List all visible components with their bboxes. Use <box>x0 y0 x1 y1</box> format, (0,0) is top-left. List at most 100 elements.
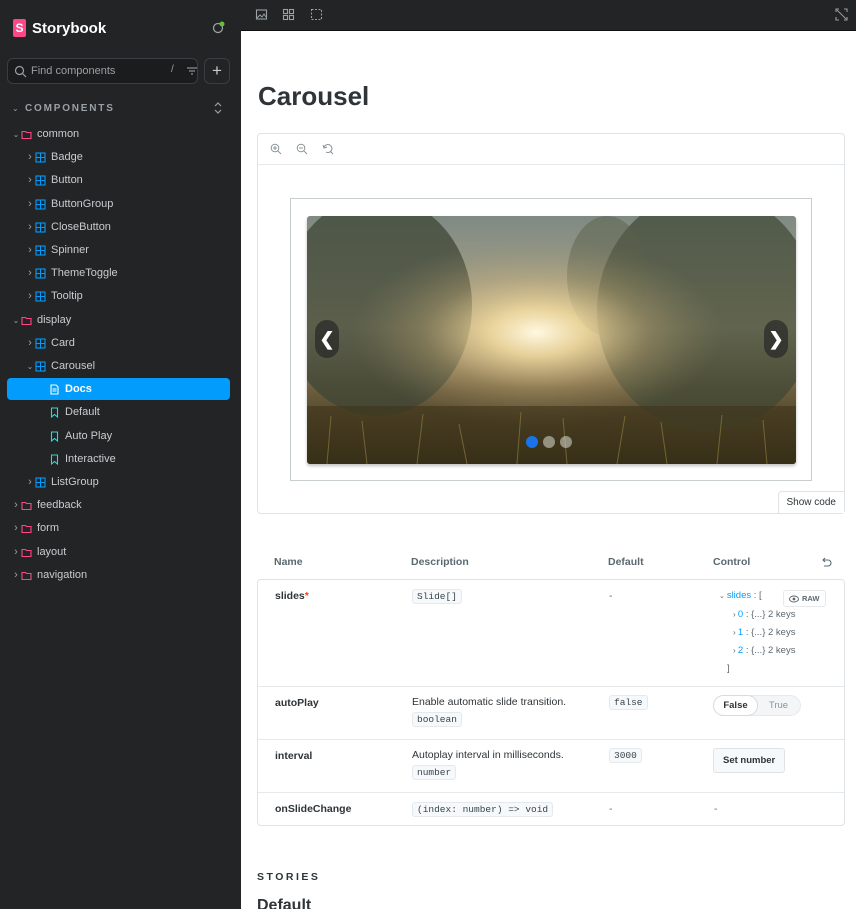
chevron-down-icon[interactable]: ⌄ <box>11 316 21 325</box>
expand-collapse-icon[interactable] <box>212 101 224 115</box>
sidebar-item-buttongroup[interactable]: › ButtonGroup <box>7 193 230 215</box>
chevron-down-icon[interactable]: ⌄ <box>25 362 35 371</box>
raw-label: RAW <box>802 594 820 603</box>
object-item[interactable]: › 1 : {...} 2 keys <box>733 624 795 642</box>
carousel-dot[interactable] <box>543 436 555 448</box>
sidebar-item-label: Badge <box>51 151 83 163</box>
sidebar-item-badge[interactable]: › Badge <box>7 146 230 168</box>
sidebar-item-docs[interactable]: Docs <box>7 378 230 400</box>
brand[interactable]: S Storybook <box>13 19 106 37</box>
sidebar-item-form[interactable]: › form <box>7 517 230 539</box>
eye-icon <box>789 595 799 602</box>
sidebar-item-display[interactable]: ⌄ display <box>7 309 230 331</box>
chevron-right-icon[interactable]: › <box>25 174 35 186</box>
sidebar-item-layout[interactable]: › layout <box>7 541 230 563</box>
reset-icon[interactable] <box>820 556 832 568</box>
image-icon[interactable] <box>255 8 268 21</box>
story-canvas: ❮ ❯ <box>290 198 812 481</box>
sidebar-item-auto-play[interactable]: Auto Play <box>7 425 230 447</box>
carousel-next-button[interactable]: ❯ <box>764 320 788 358</box>
sidebar-item-listgroup[interactable]: › ListGroup <box>7 471 230 493</box>
zoom-out-icon[interactable] <box>296 143 308 155</box>
header-default: Default <box>608 556 644 568</box>
arg-control: - <box>714 803 718 815</box>
sidebar-item-closebutton[interactable]: › CloseButton <box>7 216 230 238</box>
sidebar-item-interactive[interactable]: Interactive <box>7 448 230 470</box>
filter-icon[interactable] <box>186 65 198 77</box>
search-icon <box>14 65 27 78</box>
search-input[interactable] <box>31 62 161 80</box>
outline-icon[interactable] <box>310 8 323 21</box>
show-code-button[interactable]: Show code <box>777 491 844 513</box>
status-indicator-icon[interactable] <box>212 21 225 34</box>
carousel-dot[interactable] <box>526 436 538 448</box>
sidebar-item-carousel[interactable]: ⌄ Carousel <box>7 355 230 377</box>
sidebar-item-tooltip[interactable]: › Tooltip <box>7 285 230 307</box>
raw-button[interactable]: RAW <box>783 590 826 607</box>
grid-icon[interactable] <box>282 8 295 21</box>
sidebar-item-default[interactable]: Default <box>7 401 230 423</box>
chevron-down-icon[interactable]: ⌄ <box>11 130 21 139</box>
object-item[interactable]: › 2 : {...} 2 keys <box>733 642 795 660</box>
carousel-dot[interactable] <box>560 436 572 448</box>
chevron-right-icon[interactable]: › <box>11 499 21 511</box>
chevron-right-icon[interactable]: › <box>11 522 21 534</box>
sidebar-item-label: display <box>37 314 72 326</box>
sidebar-item-themetoggle[interactable]: › ThemeToggle <box>7 262 230 284</box>
chevron-right-icon[interactable]: › <box>25 290 35 302</box>
chevron-right-icon[interactable]: › <box>11 569 21 581</box>
chevron-right-icon[interactable]: › <box>25 267 35 279</box>
sidebar-item-label: Button <box>51 174 83 186</box>
sidebar-item-card[interactable]: › Card <box>7 332 230 354</box>
toggle-false[interactable]: False <box>714 696 757 715</box>
table-row: onSlideChange (index: number) => void - … <box>258 793 844 826</box>
component-icon <box>35 290 46 302</box>
sidebar-item-navigation[interactable]: › navigation <box>7 564 230 586</box>
arg-type: Slide[] <box>412 589 462 604</box>
arg-name: onSlideChange <box>275 803 352 815</box>
type-badge: boolean <box>412 712 462 727</box>
chevron-right-icon[interactable]: › <box>11 546 21 558</box>
chevron-right-icon[interactable]: › <box>25 476 35 488</box>
sidebar-item-label: form <box>37 522 59 534</box>
chevron-right-icon[interactable]: › <box>25 221 35 233</box>
search-shortcut: / <box>171 64 174 75</box>
components-section-header[interactable]: ⌄ COMPONENTS <box>12 101 230 115</box>
arg-description: Autoplay interval in milliseconds. numbe… <box>412 749 564 780</box>
stories-heading: STORIES <box>257 871 321 883</box>
object-close: ] <box>727 663 730 674</box>
sidebar-item-label: CloseButton <box>51 221 111 233</box>
story-icon <box>49 453 60 465</box>
sidebar-item-common[interactable]: ⌄ common <box>7 123 230 145</box>
sidebar-item-label: feedback <box>37 499 82 511</box>
sidebar: S Storybook / + ⌄ COMPONENTS ⌄common › Bad… <box>0 0 241 909</box>
object-item[interactable]: › 0 : {...} 2 keys <box>733 606 795 624</box>
sidebar-item-label: Carousel <box>51 360 96 372</box>
zoom-in-icon[interactable] <box>270 143 282 155</box>
chevron-right-icon[interactable]: › <box>25 244 35 256</box>
arg-description: Enable automatic slide transition. boole… <box>412 696 566 727</box>
toggle-true[interactable]: True <box>757 700 800 711</box>
boolean-toggle[interactable]: False True <box>713 695 801 716</box>
chevron-right-icon[interactable]: › <box>25 151 35 163</box>
sidebar-item-label: Default <box>65 406 100 418</box>
sidebar-item-label: layout <box>37 546 67 558</box>
chevron-right-icon[interactable]: › <box>25 337 35 349</box>
search-box[interactable]: / <box>7 58 198 84</box>
separator: : <box>743 609 752 620</box>
zoom-reset-icon[interactable] <box>322 143 334 155</box>
sidebar-item-button[interactable]: › Button <box>7 169 230 191</box>
sidebar-item-feedback[interactable]: › feedback <box>7 494 230 516</box>
header-name: Name <box>274 556 303 568</box>
fullscreen-icon[interactable] <box>835 8 848 21</box>
chevron-right-icon[interactable]: › <box>25 198 35 210</box>
separator: : <box>743 645 752 656</box>
carousel-prev-button[interactable]: ❮ <box>315 320 339 358</box>
story-icon <box>49 406 60 418</box>
set-number-button[interactable]: Set number <box>713 748 786 773</box>
sidebar-item-spinner[interactable]: › Spinner <box>7 239 230 261</box>
component-icon <box>35 244 46 256</box>
arg-default: - <box>609 803 613 815</box>
args-table-header: Name Description Default Control <box>257 551 845 573</box>
create-button[interactable]: + <box>204 58 230 84</box>
